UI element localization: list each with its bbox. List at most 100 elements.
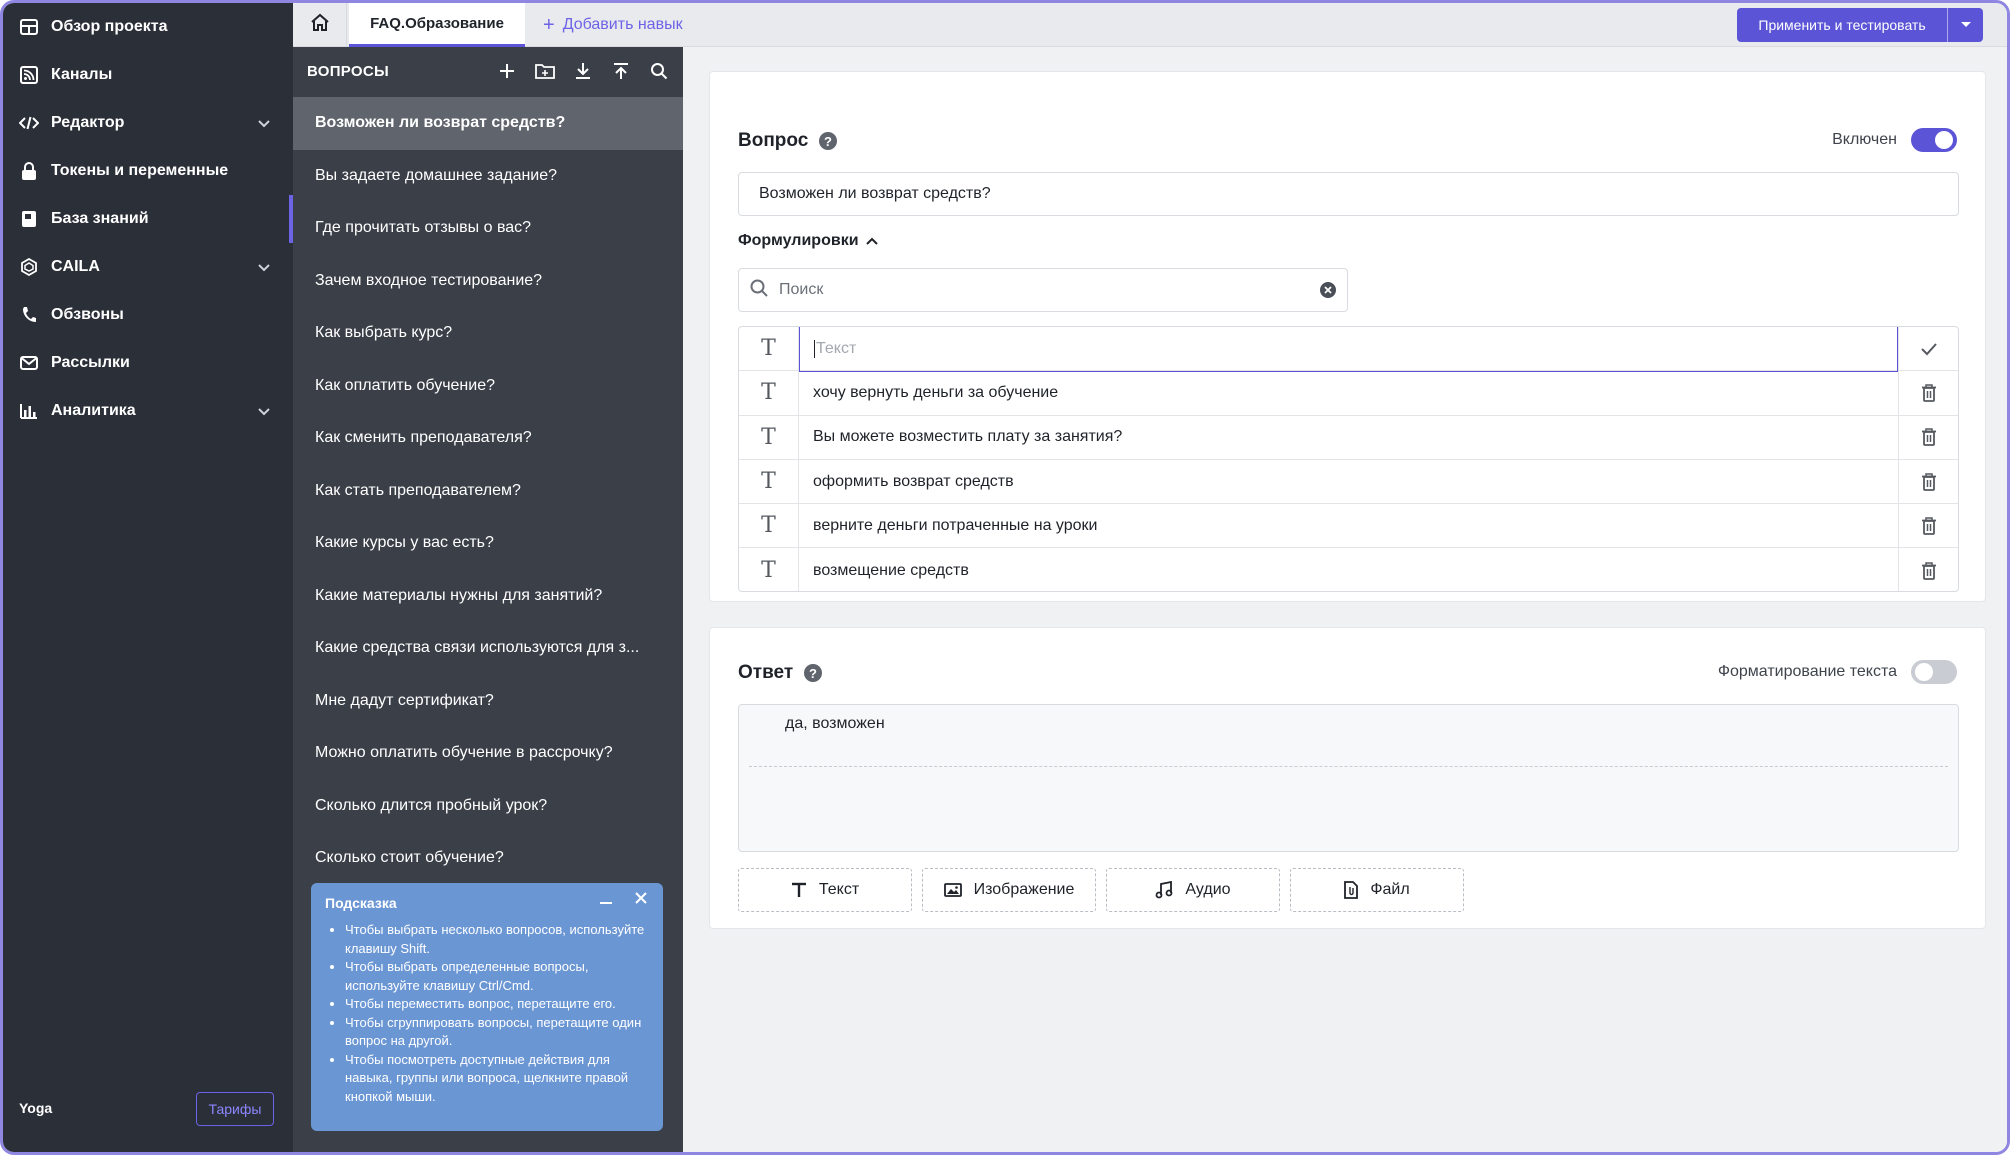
rss-icon — [19, 65, 39, 85]
add-image-button[interactable]: Изображение — [922, 868, 1096, 912]
main-nav: Обзор проекта Каналы Редактор Токены и п… — [3, 3, 293, 1152]
add-text-button[interactable]: Текст — [738, 868, 912, 912]
question-item[interactable]: Возможен ли возврат средств? — [293, 97, 683, 150]
phrase-text[interactable]: возмещение средств — [799, 548, 1898, 591]
trash-icon[interactable] — [1898, 459, 1958, 504]
minimize-icon[interactable] — [599, 891, 613, 910]
hexagon-icon — [19, 257, 39, 277]
question-item[interactable]: Какие курсы у вас есть? — [293, 517, 683, 570]
question-item[interactable]: Сколько стоит обучение? — [293, 832, 683, 885]
text-type-icon: T — [739, 504, 799, 548]
phrase-text[interactable]: верните деньги потраченные на уроки — [799, 504, 1898, 547]
question-item[interactable]: Какие средства связи используются для з.… — [293, 622, 683, 675]
format-toggle[interactable] — [1911, 660, 1957, 684]
trash-icon[interactable] — [1898, 548, 1958, 591]
grid-icon — [19, 17, 39, 37]
add-audio-button[interactable]: Аудио — [1106, 868, 1280, 912]
chevron-down-icon[interactable] — [255, 258, 273, 276]
phrase-row: T оформить возврат средств — [739, 459, 1958, 505]
question-input[interactable]: Возможен ли возврат средств? — [738, 172, 1959, 216]
app-window: Обзор проекта Каналы Редактор Токены и п… — [0, 0, 2010, 1155]
nav-item-calls[interactable]: Обзвоны — [3, 291, 293, 339]
question-item[interactable]: Сколько длится пробный урок? — [293, 780, 683, 833]
nav-item-project-overview[interactable]: Обзор проекта — [3, 3, 293, 51]
phrase-row: T хочу вернуть деньги за обучение — [739, 371, 1958, 416]
hint-panel: Подсказка Чтобы выбрать несколько вопрос… — [311, 883, 663, 1131]
nav-item-label: Редактор — [51, 114, 125, 131]
close-icon[interactable] — [635, 891, 647, 910]
add-skill-link[interactable]: + Добавить навык — [543, 3, 683, 47]
help-icon[interactable]: ? — [818, 131, 838, 151]
nav-item-label: Токены и переменные — [51, 162, 229, 179]
answer-text[interactable]: да, возможен — [785, 715, 885, 733]
question-item[interactable]: Можно оплатить обучение в рассрочку? — [293, 727, 683, 780]
answer-card: Ответ ? Форматирование текста да, возмож… — [709, 627, 1986, 929]
phrase-text[interactable]: хочу вернуть деньги за обучение — [799, 371, 1898, 414]
help-icon[interactable]: ? — [803, 663, 823, 683]
question-item[interactable]: Как оплатить обучение? — [293, 360, 683, 413]
chevron-down-icon[interactable] — [255, 114, 273, 132]
upload-icon[interactable] — [609, 59, 633, 83]
question-item[interactable]: Как стать преподавателем? — [293, 465, 683, 518]
bar-chart-icon — [19, 401, 39, 421]
question-item[interactable]: Как выбрать курс? — [293, 307, 683, 360]
enabled-label: Включен — [1832, 131, 1897, 148]
format-label: Форматирование текста — [1717, 663, 1897, 680]
tabs-bar: FAQ.Образование + Добавить навык Примени… — [293, 3, 2007, 47]
caret-down-icon[interactable] — [1947, 8, 1983, 42]
phrase-row: T верните деньги потраченные на уроки — [739, 504, 1958, 549]
hint-item: Чтобы переместить вопрос, перетащите его… — [345, 995, 649, 1014]
question-item[interactable]: Как сменить преподавателя? — [293, 412, 683, 465]
nav-item-caila[interactable]: CAILA — [3, 243, 293, 291]
text-icon — [791, 882, 807, 898]
nav-item-tokens[interactable]: Токены и переменные — [3, 147, 293, 195]
formulations-toggle[interactable]: Формулировки — [738, 232, 879, 250]
text-type-icon: T — [739, 415, 799, 459]
trash-icon[interactable] — [1898, 371, 1958, 415]
nav-item-label: CAILA — [51, 258, 100, 275]
enabled-toggle[interactable] — [1911, 128, 1957, 152]
add-folder-icon[interactable] — [533, 59, 557, 83]
check-icon[interactable] — [1898, 327, 1958, 371]
phrase-row: T Вы можете возместить плату за занятия? — [739, 415, 1958, 460]
formulations-search-input[interactable]: Поиск — [738, 268, 1348, 312]
question-item[interactable]: Вы задаете домашнее задание? — [293, 150, 683, 203]
image-icon — [943, 882, 962, 898]
add-file-button[interactable]: Файл — [1290, 868, 1464, 912]
trash-icon[interactable] — [1898, 415, 1958, 459]
nav-item-editor[interactable]: Редактор — [3, 99, 293, 147]
nav-item-channels[interactable]: Каналы — [3, 51, 293, 99]
home-tab[interactable] — [293, 3, 347, 47]
chevron-down-icon[interactable] — [255, 402, 273, 420]
tariffs-button[interactable]: Тарифы — [196, 1092, 274, 1126]
phrase-text[interactable]: оформить возврат средств — [799, 460, 1898, 503]
phone-icon — [19, 305, 39, 325]
file-icon — [1344, 881, 1359, 899]
clear-icon[interactable] — [1319, 281, 1337, 299]
divider — [749, 766, 1948, 767]
trash-icon[interactable] — [1898, 504, 1958, 548]
add-question-icon[interactable] — [495, 59, 519, 83]
nav-item-label: Обзор проекта — [51, 18, 168, 35]
question-item[interactable]: Зачем входное тестирование? — [293, 255, 683, 308]
text-type-icon: T — [739, 548, 799, 591]
answer-media-buttons: Текст Изображение Аудио Файл — [738, 868, 1464, 912]
phrase-text[interactable]: Вы можете возместить плату за занятия? — [799, 416, 1898, 459]
nav-item-knowledge-base[interactable]: База знаний — [3, 195, 293, 243]
new-phrase-row: T Текст — [739, 327, 1958, 372]
nav-item-analytics[interactable]: Аналитика — [3, 387, 293, 435]
search-icon[interactable] — [647, 59, 671, 83]
new-phrase-input[interactable]: Текст — [799, 327, 1898, 372]
book-icon — [19, 209, 39, 229]
format-switch-wrap: Форматирование текста — [1718, 660, 1957, 684]
question-item[interactable]: Какие материалы нужны для занятий? — [293, 570, 683, 623]
hint-item: Чтобы сгруппировать вопросы, перетащите … — [345, 1014, 649, 1051]
download-icon[interactable] — [571, 59, 595, 83]
nav-item-mailings[interactable]: Рассылки — [3, 339, 293, 387]
question-item[interactable]: Где прочитать отзывы о вас? — [293, 202, 683, 255]
answer-editor[interactable]: да, возможен — [738, 704, 1959, 852]
phrases-table: T Текст T хочу вернуть деньги за обучени… — [738, 326, 1959, 592]
tab-skill-faq[interactable]: FAQ.Образование — [349, 3, 525, 47]
question-item[interactable]: Мне дадут сертификат? — [293, 675, 683, 728]
apply-and-test-button[interactable]: Применить и тестировать — [1737, 8, 1983, 42]
